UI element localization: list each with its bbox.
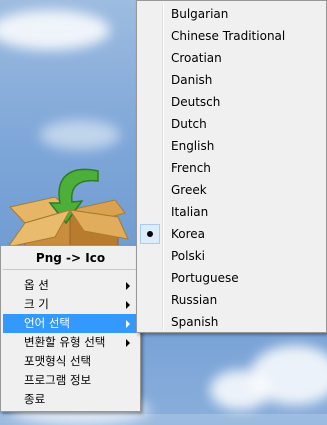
menu-item-label: 변환할 유형 선택 <box>24 335 106 349</box>
language-item-deutsch[interactable]: Deutsch <box>139 91 324 113</box>
language-label: French <box>171 161 211 175</box>
language-item-spanish[interactable]: Spanish <box>139 311 324 333</box>
language-label: Polski <box>171 249 206 263</box>
menu-item-label: 언어 선택 <box>24 316 70 330</box>
language-label: Portuguese <box>171 271 239 285</box>
menu-item-options[interactable]: 옵 션 <box>3 276 138 295</box>
language-item-chinese-traditional[interactable]: Chinese Traditional <box>139 25 324 47</box>
menu-item-language[interactable]: 언어 선택 <box>3 314 138 333</box>
box-arrow-icon[interactable] <box>0 165 130 256</box>
language-submenu: Bulgarian Chinese Traditional Croatian D… <box>136 0 327 333</box>
language-label: English <box>171 139 215 153</box>
language-label: Bulgarian <box>171 7 229 21</box>
chevron-right-icon <box>126 282 130 290</box>
language-item-russian[interactable]: Russian <box>139 289 324 311</box>
radio-check-icon <box>140 224 160 244</box>
menu-item-label: 포맷형식 선택 <box>24 354 92 368</box>
language-label: Croatian <box>171 51 222 65</box>
language-item-korea[interactable]: Korea <box>139 223 324 245</box>
language-label: Italian <box>171 205 209 219</box>
language-label: Chinese Traditional <box>171 29 286 43</box>
menu-item-size[interactable]: 크 기 <box>3 295 138 314</box>
language-item-french[interactable]: French <box>139 157 324 179</box>
menu-item-about[interactable]: 프로그램 정보 <box>3 371 138 390</box>
menu-item-format[interactable]: 포맷형식 선택 <box>3 352 138 371</box>
menu-item-label: 크 기 <box>24 297 49 311</box>
language-label: Deutsch <box>171 95 221 109</box>
menu-item-convert-type[interactable]: 변환할 유형 선택 <box>3 333 138 352</box>
bullet-icon <box>147 231 153 237</box>
language-label: Korea <box>171 227 206 241</box>
language-item-croatian[interactable]: Croatian <box>139 47 324 69</box>
chevron-right-icon <box>126 320 130 328</box>
chevron-right-icon <box>126 339 130 347</box>
language-item-polski[interactable]: Polski <box>139 245 324 267</box>
tray-context-menu: Png -> Ico 옵 션 크 기 언어 선택 변환할 유형 선택 포맷형식 … <box>0 245 141 412</box>
language-label: Danish <box>171 73 213 87</box>
language-item-greek[interactable]: Greek <box>139 179 324 201</box>
language-item-italian[interactable]: Italian <box>139 201 324 223</box>
language-label: Spanish <box>171 315 219 329</box>
cloud <box>40 120 120 150</box>
menu-title: Png -> Ico <box>3 247 138 270</box>
cloud <box>0 10 110 50</box>
menu-item-label: 옵 션 <box>24 278 49 292</box>
language-item-english[interactable]: English <box>139 135 324 157</box>
menu-item-label: 프로그램 정보 <box>24 373 92 387</box>
menu-item-label: 종료 <box>24 392 46 406</box>
language-label: Greek <box>171 183 207 197</box>
language-label: Dutch <box>171 117 207 131</box>
language-item-dutch[interactable]: Dutch <box>139 113 324 135</box>
menu-item-exit[interactable]: 종료 <box>3 390 138 409</box>
language-label: Russian <box>171 293 218 307</box>
language-item-portuguese[interactable]: Portuguese <box>139 267 324 289</box>
language-item-bulgarian[interactable]: Bulgarian <box>139 3 324 25</box>
language-item-danish[interactable]: Danish <box>139 69 324 91</box>
chevron-right-icon <box>126 301 130 309</box>
cloud <box>210 370 270 410</box>
